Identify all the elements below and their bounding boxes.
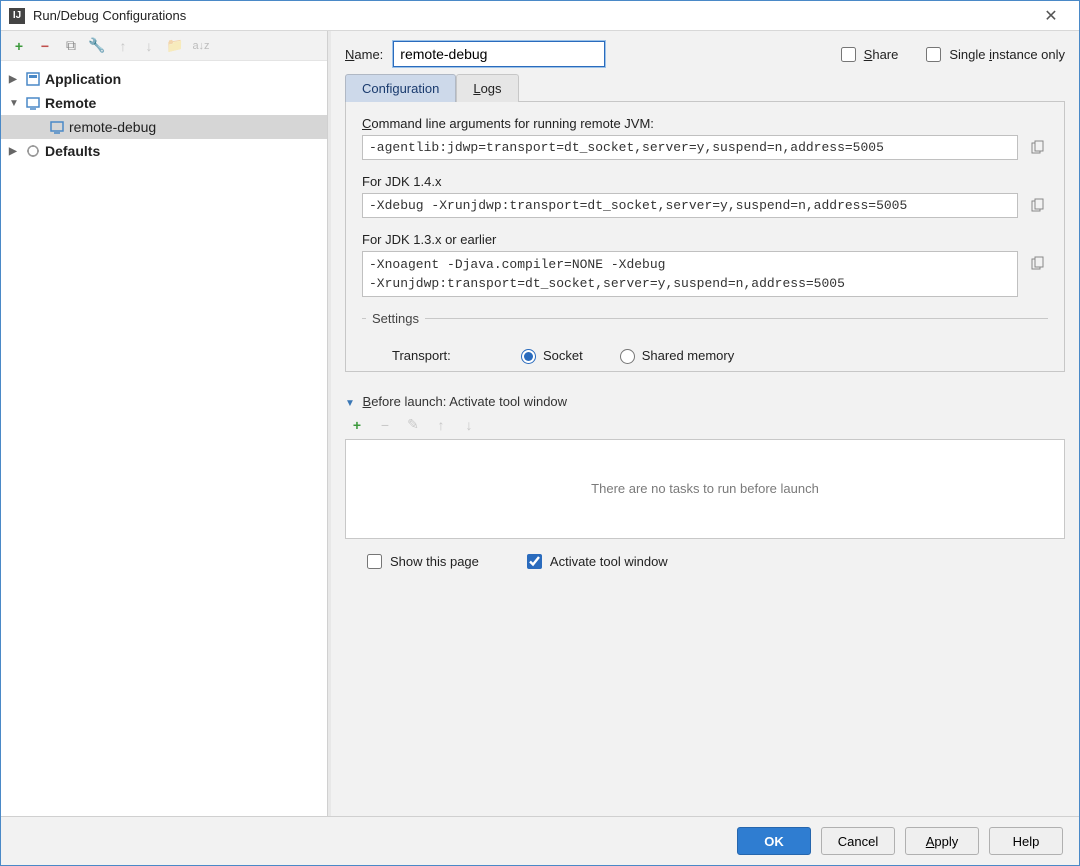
move-up-button[interactable]: ↑ bbox=[113, 36, 133, 56]
tree-label: Remote bbox=[45, 95, 96, 111]
tree-label: Defaults bbox=[45, 143, 100, 159]
copy-config-button[interactable]: ⧉ bbox=[61, 36, 81, 56]
dialog-buttons: OK Cancel Apply Help bbox=[1, 816, 1079, 865]
defaults-icon bbox=[25, 143, 41, 159]
jdk13-label: For JDK 1.3.x or earlier bbox=[362, 232, 1048, 247]
show-this-page-checkbox[interactable]: Show this page bbox=[363, 551, 479, 572]
tree-node-remote-debug[interactable]: remote-debug bbox=[1, 115, 327, 139]
tab-content: Command line arguments for running remot… bbox=[345, 102, 1065, 372]
right-panel: Name: Share Single instance only Configu… bbox=[331, 31, 1079, 816]
copy-icon[interactable] bbox=[1026, 195, 1048, 217]
tab-configuration[interactable]: Configuration bbox=[345, 74, 456, 102]
activate-tool-window-checkbox[interactable]: Activate tool window bbox=[523, 551, 668, 572]
share-checkbox-input[interactable] bbox=[841, 47, 856, 62]
name-label: Name: bbox=[345, 47, 383, 62]
tabs: Configuration Logs bbox=[345, 73, 1065, 102]
application-icon bbox=[25, 71, 41, 87]
titlebar: IJ Run/Debug Configurations ✕ bbox=[1, 1, 1079, 31]
tree-node-application[interactable]: ▶ Application bbox=[1, 67, 327, 91]
tasks-empty-panel: There are no tasks to run before launch bbox=[345, 439, 1065, 539]
remove-config-button[interactable]: − bbox=[35, 36, 55, 56]
jdk14-field[interactable] bbox=[362, 193, 1018, 218]
copy-icon[interactable] bbox=[1026, 137, 1048, 159]
apply-button[interactable]: Apply bbox=[905, 827, 979, 855]
expand-icon[interactable]: ▶ bbox=[9, 74, 21, 85]
remote-icon bbox=[49, 119, 65, 135]
cmd-args-field[interactable] bbox=[362, 135, 1018, 160]
sort-button[interactable]: a↓z bbox=[191, 36, 211, 56]
folder-button[interactable]: 📁 bbox=[165, 36, 185, 56]
name-input[interactable] bbox=[393, 41, 605, 67]
close-icon[interactable]: ✕ bbox=[1031, 6, 1071, 26]
collapse-icon[interactable]: ▼ bbox=[9, 98, 21, 109]
tree-node-defaults[interactable]: ▶ Defaults bbox=[1, 139, 327, 163]
run-debug-config-dialog: IJ Run/Debug Configurations ✕ + − ⧉ 🔧 ↑ … bbox=[0, 0, 1080, 866]
left-toolbar: + − ⧉ 🔧 ↑ ↓ 📁 a↓z bbox=[1, 31, 327, 61]
task-up-button[interactable]: ↑ bbox=[431, 415, 451, 435]
transport-socket-radio[interactable]: Socket bbox=[516, 346, 583, 364]
name-bar: Name: Share Single instance only bbox=[331, 31, 1079, 73]
tree-node-remote[interactable]: ▼ Remote bbox=[1, 91, 327, 115]
tree-label: remote-debug bbox=[69, 119, 156, 135]
remove-task-button[interactable]: − bbox=[375, 415, 395, 435]
cancel-button[interactable]: Cancel bbox=[821, 827, 895, 855]
transport-label: Transport: bbox=[392, 348, 502, 363]
edit-task-button[interactable]: ✎ bbox=[403, 415, 423, 435]
remote-icon bbox=[25, 95, 41, 111]
tasks-empty-text: There are no tasks to run before launch bbox=[591, 481, 819, 496]
copy-icon[interactable] bbox=[1026, 253, 1048, 275]
before-toolbar: + − ✎ ↑ ↓ bbox=[345, 415, 1065, 435]
left-panel: + − ⧉ 🔧 ↑ ↓ 📁 a↓z ▶ Application ▼ bbox=[1, 31, 328, 816]
tab-logs[interactable]: Logs bbox=[456, 74, 518, 102]
expand-icon[interactable]: ▶ bbox=[9, 146, 21, 157]
settings-group: Settings Transport: Socket Shared memory bbox=[362, 311, 1048, 372]
app-icon: IJ bbox=[9, 8, 25, 24]
collapse-icon[interactable]: ▼ bbox=[345, 398, 355, 409]
jdk14-label: For JDK 1.4.x bbox=[362, 174, 1048, 189]
transport-row: Transport: Socket Shared memory bbox=[392, 346, 1044, 364]
add-config-button[interactable]: + bbox=[9, 36, 29, 56]
single-instance-checkbox-input[interactable] bbox=[926, 47, 941, 62]
cmd-args-label: Command line arguments for running remot… bbox=[362, 116, 1048, 131]
help-button[interactable]: Help bbox=[989, 827, 1063, 855]
jdk13-field[interactable]: -Xnoagent -Djava.compiler=NONE -Xdebug -… bbox=[362, 251, 1018, 297]
single-instance-checkbox[interactable]: Single instance only bbox=[922, 44, 1065, 65]
edit-templates-button[interactable]: 🔧 bbox=[87, 36, 107, 56]
move-down-button[interactable]: ↓ bbox=[139, 36, 159, 56]
settings-legend: Settings bbox=[366, 311, 425, 326]
share-checkbox[interactable]: Share bbox=[837, 44, 899, 65]
add-task-button[interactable]: + bbox=[347, 415, 367, 435]
ok-button[interactable]: OK bbox=[737, 827, 811, 855]
task-down-button[interactable]: ↓ bbox=[459, 415, 479, 435]
config-tree[interactable]: ▶ Application ▼ Remote bbox=[1, 61, 327, 816]
window-title: Run/Debug Configurations bbox=[33, 8, 1031, 23]
transport-shared-radio[interactable]: Shared memory bbox=[615, 346, 734, 364]
before-launch-section: ▼ Before launch: Activate tool window + … bbox=[345, 394, 1065, 572]
tree-label: Application bbox=[45, 71, 121, 87]
before-launch-header[interactable]: ▼ Before launch: Activate tool window bbox=[345, 394, 1065, 409]
